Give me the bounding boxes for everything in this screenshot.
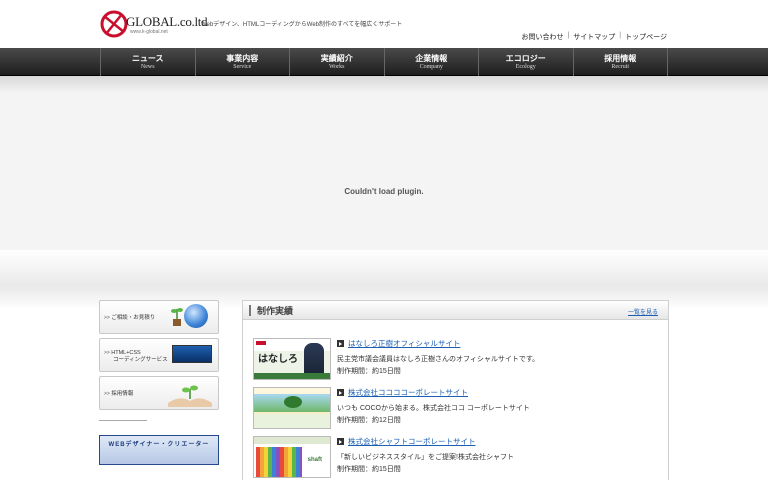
nav-news-sublabel: News — [140, 64, 155, 70]
logo-sub: www.k-global.net — [130, 29, 168, 35]
arrow-bullet-icon — [337, 340, 344, 347]
work-period: 制作期間：約15日間 — [337, 466, 401, 473]
global-nav: ニュース News 事業内容 Service 実績紹介 Works 企業情報 C… — [0, 48, 768, 76]
sitemap-link[interactable]: サイトマップ — [573, 32, 615, 42]
nav-service-sublabel: Service — [233, 64, 252, 70]
work-item: shaft 株式会社シャフトコーポレートサイト 「新しいビジネススタイル」をご提… — [253, 436, 653, 480]
work-title-link[interactable]: 株式会社シャフトコーポレートサイト — [348, 436, 476, 447]
hands-sprout-icon — [168, 385, 212, 407]
work-thumbnail[interactable] — [253, 387, 331, 429]
work-thumbnail[interactable]: shaft — [253, 436, 331, 478]
work-title-link[interactable]: 株式会社ココココーポレートサイト — [348, 387, 468, 398]
works-header-bar — [249, 305, 251, 316]
nav-recruit[interactable]: 採用情報 Recruit — [572, 48, 668, 76]
coding-service-line1: HTML+CSS — [111, 350, 141, 356]
work-description: 「新しいビジネススタイル」をご提案!株式会社シャフト — [337, 454, 514, 461]
hero-top-band — [0, 76, 768, 92]
nav-works[interactable]: 実績紹介 Works — [289, 48, 384, 76]
logo-text: GLOBAL.co.ltd — [126, 14, 208, 29]
nav-ecology-label: エコロジー — [505, 54, 546, 63]
recruit-info-banner-label: >> 採用情報 — [104, 391, 134, 397]
works-header: 制作実績 一覧を見る — [243, 301, 668, 320]
nav-news-label: ニュース — [131, 54, 164, 63]
separator: | — [567, 32, 570, 39]
nav-recruit-label: 採用情報 — [604, 54, 637, 63]
nav-recruit-sublabel: Recruit — [611, 64, 630, 70]
nav-service[interactable]: 事業内容 Service — [194, 48, 290, 76]
coding-service-banner[interactable]: >> HTML+CSS コーディングサービス — [99, 338, 219, 372]
coding-service-banner-label: >> HTML+CSS コーディングサービス — [104, 350, 168, 363]
coding-service-line2: コーディングサービス — [113, 357, 168, 363]
designer-recruit-banner[interactable]: WEBデザイナー・クリエーター — [99, 435, 219, 465]
consultation-banner[interactable]: >> ご相談・お見積り — [99, 300, 219, 334]
contact-link[interactable]: お問い合わせ — [521, 32, 563, 42]
nav-company-label: 企業情報 — [415, 54, 448, 63]
work-period: 制作期間：約15日間 — [337, 368, 401, 375]
top-page-link[interactable]: トップページ — [625, 32, 667, 42]
nav-works-label: 実績紹介 — [320, 54, 353, 63]
nav-works-sublabel: Works — [328, 64, 345, 70]
site-header: GLOBAL.co.ltd www.k-global.net Webデザイン、H… — [0, 0, 768, 48]
work-item: 株式会社ココココーポレートサイト いつも COCOから始まる。株式会社ココ コー… — [253, 387, 653, 433]
work-description: 民主党市議会議員はなしろ正樹さんのオフィシャルサイトです。 — [337, 356, 540, 363]
works-section: 制作実績 一覧を見る はなしろ はなしろ正樹オフィシャルサイト 民主党市議会議員… — [242, 300, 669, 480]
separator: | — [619, 32, 622, 39]
nav-ecology-sublabel: Ecology — [515, 64, 536, 70]
nav-company[interactable]: 企業情報 Company — [383, 48, 479, 76]
globe-icon — [184, 304, 208, 328]
work-thumbnail-text: shaft — [307, 457, 322, 463]
work-thumbnail[interactable]: はなしろ — [253, 338, 331, 380]
plant-icon — [171, 308, 183, 326]
sidebar: >> ご相談・お見積り >> HTML+CSS コーディングサービス >> 採用… — [99, 300, 219, 465]
nav-news[interactable]: ニュース News — [100, 48, 195, 76]
consultation-banner-label: >> ご相談・お見積り — [104, 315, 156, 321]
work-title-link[interactable]: はなしろ正樹オフィシャルサイト — [348, 338, 460, 349]
recruit-info-banner[interactable]: >> 採用情報 — [99, 376, 219, 410]
arrow-bullet-icon — [337, 389, 344, 396]
consultation-banner-text: ご相談・お見積り — [111, 315, 156, 321]
nav-ecology[interactable]: エコロジー Ecology — [478, 48, 573, 76]
work-item: はなしろ はなしろ正樹オフィシャルサイト 民主党市議会議員はなしろ正樹さんのオフ… — [253, 338, 653, 384]
work-description: いつも COCOから始まる。株式会社ココ コーポレートサイト — [337, 405, 530, 412]
tagline: Webデザイン、HTMLコーディングからWeb制作のすべてを幅広くサポート — [201, 22, 403, 28]
sidebar-divider — [99, 420, 147, 421]
work-period: 制作期間：約12日間 — [337, 417, 401, 424]
nav-company-sublabel: Company — [419, 64, 443, 70]
arrow-bullet-icon — [337, 438, 344, 445]
works-more-link[interactable]: 一覧を見る — [628, 307, 658, 316]
works-title: 制作実績 — [257, 306, 294, 316]
plugin-error-message: Couldn't load plugin. — [344, 187, 424, 196]
monitor-icon — [172, 345, 212, 363]
recruit-info-banner-text: 採用情報 — [111, 391, 134, 397]
utility-nav: お問い合わせ | サイトマップ | トップページ — [521, 32, 667, 42]
nav-service-label: 事業内容 — [226, 54, 259, 63]
work-thumbnail-text: はなしろ — [258, 354, 298, 365]
